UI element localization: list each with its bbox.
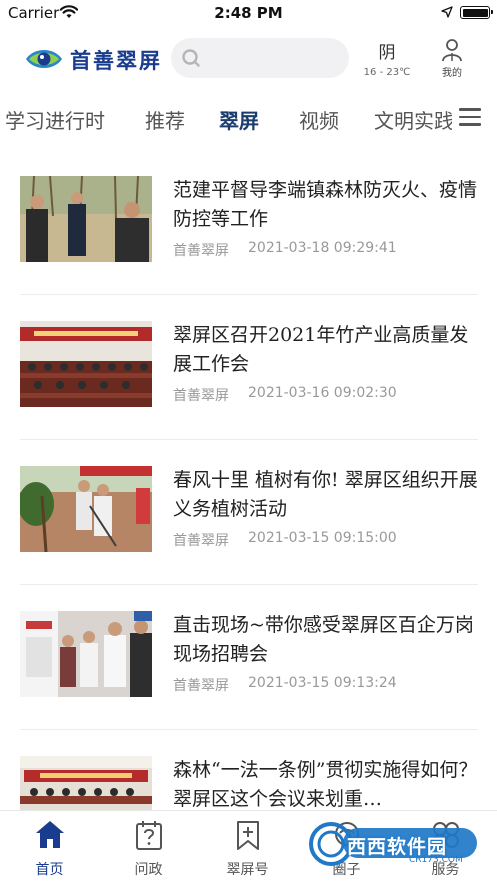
nav-label: 翠屏号 <box>226 862 269 878</box>
news-title: 直击现场~带你感受翠屏区百企万岗现场招聘会 <box>173 614 474 665</box>
news-title: 森林“一法一条例”贯彻实施得如何？翠屏区这个会议来划重… <box>173 759 478 810</box>
tab-video[interactable]: 视频 <box>299 105 339 134</box>
battery-icon <box>460 6 493 19</box>
nav-cuiping-hao[interactable]: 翠屏号 <box>198 811 297 883</box>
weather-condition: 阴 <box>378 43 396 63</box>
news-list: 范建平督导李端镇森林防灭火、疫情防控等工作 首善翠屏 2021-03-18 09… <box>0 150 497 810</box>
logo-text: 首善翠屏 <box>70 48 162 73</box>
news-title: 翠屏区召开2021年竹产业高质量发展工作会 <box>173 324 469 375</box>
news-time: 2021-03-15 09:15:00 <box>248 530 397 546</box>
news-time: 2021-03-16 09:02:30 <box>248 385 397 401</box>
news-source: 首善翠屏 <box>173 533 229 549</box>
news-source: 首善翠屏 <box>173 388 229 404</box>
question-calendar-icon <box>136 821 162 850</box>
app-logo[interactable]: 首善翠屏 <box>20 42 168 76</box>
nav-home[interactable]: 首页 <box>0 811 99 883</box>
news-thumbnail <box>20 611 152 697</box>
news-thumbnail <box>20 321 152 407</box>
watermark-domain: CR173.COM <box>409 855 463 865</box>
nav-label: 首页 <box>35 862 64 878</box>
news-title: 范建平督导李端镇森林防灭火、疫情防控等工作 <box>173 179 478 230</box>
bookmark-plus-icon <box>237 821 259 850</box>
news-source: 首善翠屏 <box>173 243 229 259</box>
search-icon <box>182 49 200 67</box>
location-arrow-icon <box>441 6 453 18</box>
profile-button[interactable]: 我的 <box>432 38 472 79</box>
news-item[interactable]: 森林“一法一条例”贯彻实施得如何？翠屏区这个会议来划重… <box>20 730 478 810</box>
search-input[interactable] <box>171 38 349 78</box>
menu-icon[interactable] <box>459 108 481 126</box>
tab-study[interactable]: 学习进行时 <box>5 105 105 134</box>
tab-civilization[interactable]: 文明实践 <box>374 105 452 134</box>
eye-logo-icon <box>26 50 62 68</box>
home-icon <box>36 821 64 848</box>
news-item[interactable]: 春风十里 植树有你! 翠屏区组织开展义务植树活动 首善翠屏 2021-03-15… <box>20 440 478 585</box>
news-thumbnail <box>20 176 152 262</box>
user-icon <box>442 39 462 62</box>
news-item[interactable]: 直击现场~带你感受翠屏区百企万岗现场招聘会 首善翠屏 2021-03-15 09… <box>20 585 478 730</box>
news-item[interactable]: 范建平督导李端镇森林防灭火、疫情防控等工作 首善翠屏 2021-03-18 09… <box>20 150 478 295</box>
profile-label: 我的 <box>442 68 462 79</box>
tabs-track: 学习进行时 推荐 翠屏 视频 文明实践 <box>0 100 452 140</box>
news-title: 春风十里 植树有你! 翠屏区组织开展义务植树活动 <box>173 469 478 520</box>
news-thumbnail <box>20 466 152 552</box>
weather-widget[interactable]: 阴 16 - 23℃ <box>362 38 412 78</box>
tab-cuiping[interactable]: 翠屏 <box>219 105 259 134</box>
app-header: 首善翠屏 阴 16 - 23℃ 我的 <box>0 30 497 90</box>
tab-recommend[interactable]: 推荐 <box>145 105 185 134</box>
watermark: 西西软件园 CR173.COM <box>305 818 480 870</box>
nav-wenzheng[interactable]: 问政 <box>99 811 198 883</box>
news-time: 2021-03-18 09:29:41 <box>248 240 397 256</box>
category-tabs: 学习进行时 推荐 翠屏 视频 文明实践 <box>0 100 497 140</box>
nav-label: 问政 <box>134 862 163 878</box>
status-bar: Carrier 2:48 PM <box>0 0 497 26</box>
news-item[interactable]: 翠屏区召开2021年竹产业高质量发展工作会 首善翠屏 2021-03-16 09… <box>20 295 478 440</box>
news-thumbnail <box>20 756 152 810</box>
clock: 2:48 PM <box>214 4 283 22</box>
weather-temperature: 16 - 23℃ <box>363 67 411 78</box>
news-source: 首善翠屏 <box>173 678 229 694</box>
news-time: 2021-03-15 09:13:24 <box>248 675 397 691</box>
